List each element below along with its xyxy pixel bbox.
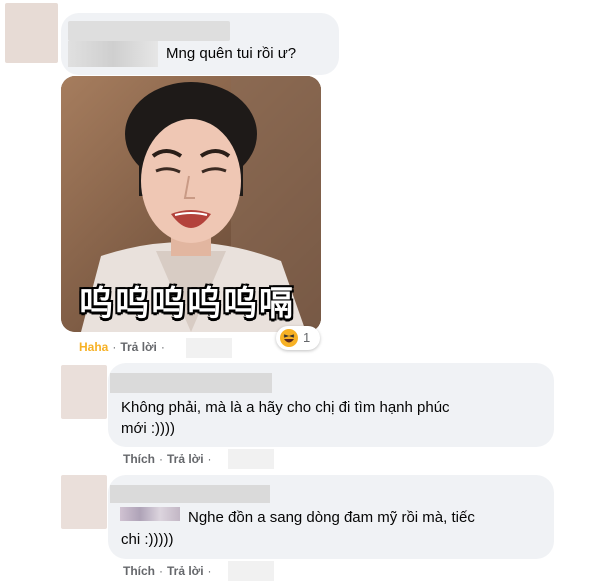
comment-actions: Thích · Trả lời ·	[123, 452, 216, 466]
haha-emoji-icon	[280, 329, 298, 347]
sticker-caption: 呜呜呜呜呜嗝	[79, 284, 295, 324]
comment-actions: Haha · Trả lời ·	[79, 340, 169, 354]
comment-text: Không phải, mà là a hãy cho chị đi tìm h…	[121, 399, 450, 416]
comment-text: Mng quên tui rồi ư?	[166, 45, 297, 62]
reply-link[interactable]: Trả lời	[167, 452, 204, 466]
redacted-author-name[interactable]	[110, 485, 270, 503]
avatar[interactable]	[61, 365, 107, 419]
haha-reaction-link[interactable]: Haha	[79, 340, 108, 354]
comment-text: mới :))))	[121, 420, 175, 437]
separator: ·	[159, 452, 163, 466]
redacted-author-name[interactable]	[68, 21, 230, 41]
like-link[interactable]: Thích	[123, 452, 155, 466]
separator: ·	[207, 564, 212, 578]
separator: ·	[112, 340, 117, 354]
redacted-author-name	[68, 41, 158, 67]
comment-text: chi :)))))	[121, 531, 174, 548]
reply-link[interactable]: Trả lời	[120, 340, 157, 354]
reaction-summary[interactable]: 1	[276, 326, 320, 350]
reply-link[interactable]: Trả lời	[167, 564, 204, 578]
redacted-timestamp[interactable]	[228, 561, 274, 581]
redacted-timestamp[interactable]	[228, 449, 274, 469]
comment-text: Nghe đồn a sang dòng đam mỹ rồi mà, tiếc	[188, 509, 475, 526]
redacted-mention[interactable]	[120, 507, 180, 521]
comment-actions: Thích · Trả lời ·	[123, 564, 216, 578]
sticker-image[interactable]: 呜呜呜呜呜嗝	[61, 76, 321, 332]
avatar[interactable]	[5, 3, 58, 63]
separator: ·	[207, 452, 212, 466]
separator: ·	[159, 564, 163, 578]
reaction-count: 1	[303, 330, 311, 345]
avatar[interactable]	[61, 475, 107, 529]
separator: ·	[160, 340, 165, 354]
redacted-timestamp[interactable]	[186, 338, 232, 358]
like-link[interactable]: Thích	[123, 564, 155, 578]
redacted-author-name[interactable]	[110, 373, 272, 393]
